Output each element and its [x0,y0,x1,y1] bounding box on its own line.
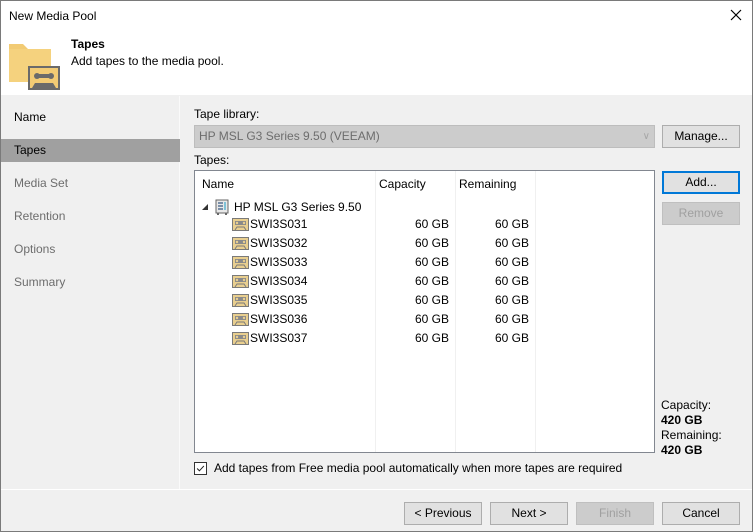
capacity-summary: Capacity: 420 GB Remaining: 420 GB [661,398,722,458]
tape-remaining: 60 GB [494,331,529,345]
capacity-label: Capacity: [661,398,712,412]
tape-cartridge-icon [232,275,249,288]
cancel-button[interactable]: Cancel [662,502,740,525]
new-media-pool-dialog: New Media Pool Tapes Add tapes to the me… [0,0,753,532]
tape-capacity: 60 GB [414,331,449,345]
tape-cartridge-icon [232,237,249,250]
tape-library-icon [215,199,229,215]
remove-button[interactable]: Remove [662,202,740,225]
tape-capacity: 60 GB [414,312,449,326]
remaining-value: 420 GB [661,443,703,457]
capacity-value: 420 GB [661,413,703,427]
tapes-step-content: Tape library: HP MSL G3 Series 9.50 (VEE… [181,96,752,489]
column-header-capacity[interactable]: Capacity [379,177,426,191]
tape-capacity: 60 GB [414,217,449,231]
tape-row[interactable]: SWI3S031 60 GB 60 GB [195,215,654,234]
tape-remaining: 60 GB [494,293,529,307]
step-retention[interactable]: Retention [1,205,180,228]
tape-capacity: 60 GB [414,255,449,269]
tape-library-value: HP MSL G3 Series 9.50 (VEEAM) [199,129,380,143]
tape-row[interactable]: SWI3S033 60 GB 60 GB [195,253,654,272]
tape-name: SWI3S035 [250,293,308,307]
step-options[interactable]: Options [1,238,180,261]
tape-capacity: 60 GB [414,236,449,250]
tape-remaining: 60 GB [494,274,529,288]
tape-cartridge-icon [232,294,249,307]
tape-row[interactable]: SWI3S037 60 GB 60 GB [195,329,654,348]
tape-cartridge-icon [232,256,249,269]
library-node-label: HP MSL G3 Series 9.50 [234,200,362,214]
tape-remaining: 60 GB [494,255,529,269]
tape-row[interactable]: SWI3S036 60 GB 60 GB [195,310,654,329]
tape-remaining: 60 GB [494,236,529,250]
window-title: New Media Pool [9,9,97,23]
auto-add-checkbox[interactable] [194,462,207,475]
chevron-down-icon: ∨ [642,131,650,142]
tape-name: SWI3S031 [250,217,308,231]
step-title: Tapes [71,37,105,51]
tape-row[interactable]: SWI3S032 60 GB 60 GB [195,234,654,253]
tape-library-select[interactable]: HP MSL G3 Series 9.50 (VEEAM) ∨ [194,125,655,148]
column-header-remaining[interactable]: Remaining [459,177,516,191]
column-header-name[interactable]: Name [202,177,234,191]
tape-row[interactable]: SWI3S034 60 GB 60 GB [195,272,654,291]
tape-cartridge-icon [232,313,249,326]
tape-remaining: 60 GB [494,217,529,231]
tapes-list[interactable]: Name Capacity Remaining HP MSL G3 Series… [194,170,655,453]
tape-name: SWI3S033 [250,255,308,269]
previous-button[interactable]: < Previous [404,502,482,525]
remaining-label: Remaining: [661,428,722,442]
manage-button[interactable]: Manage... [662,125,740,148]
step-name[interactable]: Name [1,106,180,129]
wizard-header: Tapes Add tapes to the media pool. [1,33,752,95]
next-button[interactable]: Next > [490,502,568,525]
expand-collapse-icon[interactable] [201,203,209,211]
auto-add-label: Add tapes from Free media pool automatic… [214,461,623,475]
tape-name: SWI3S036 [250,312,308,326]
add-button[interactable]: Add... [662,171,740,194]
tape-name: SWI3S032 [250,236,308,250]
wizard-footer: < Previous Next > Finish Cancel [1,490,752,532]
step-media-set[interactable]: Media Set [1,172,180,195]
close-icon[interactable] [728,7,744,23]
tapes-label: Tapes: [194,153,230,167]
tape-capacity: 60 GB [414,274,449,288]
step-tapes[interactable]: Tapes [1,139,180,162]
step-summary[interactable]: Summary [1,271,180,294]
folder-tape-icon [9,44,60,90]
tape-name: SWI3S037 [250,331,308,345]
tape-library-label: Tape library: [194,107,260,121]
tape-cartridge-icon [232,218,249,231]
tape-row[interactable]: SWI3S035 60 GB 60 GB [195,291,654,310]
wizard-steps: Name Tapes Media Set Retention Options S… [1,96,180,489]
title-bar: New Media Pool [1,1,752,33]
finish-button[interactable]: Finish [576,502,654,525]
tape-cartridge-icon [232,332,249,345]
tape-remaining: 60 GB [494,312,529,326]
tape-capacity: 60 GB [414,293,449,307]
tape-name: SWI3S034 [250,274,308,288]
step-subtitle: Add tapes to the media pool. [71,54,224,68]
